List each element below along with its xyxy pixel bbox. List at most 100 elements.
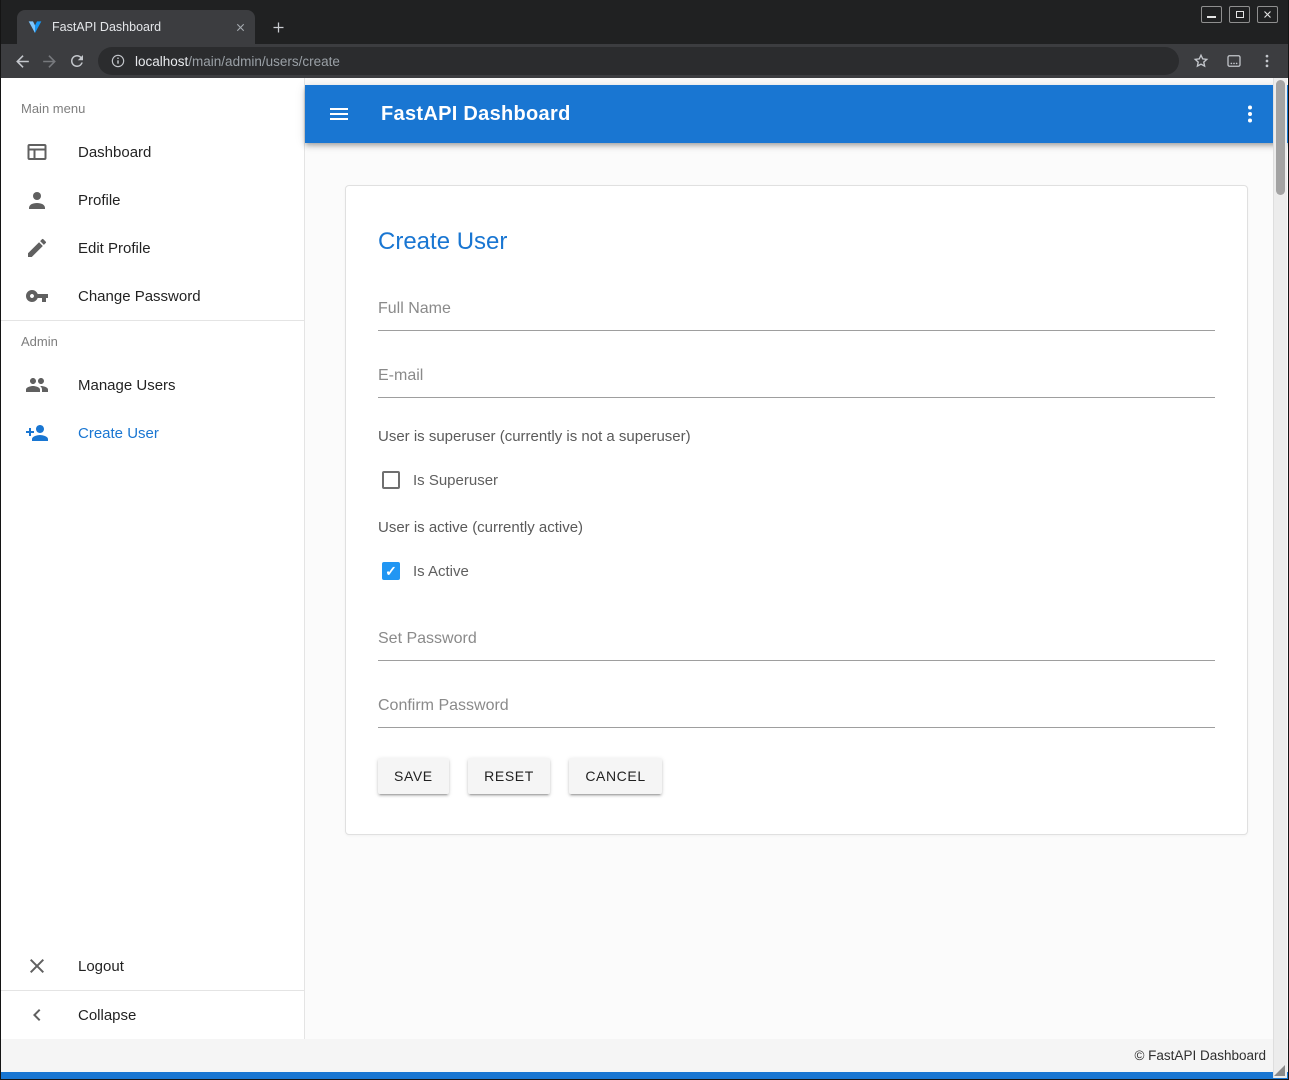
url-text: localhost/main/admin/users/create: [135, 54, 340, 69]
sidebar-spacer: [1, 457, 304, 942]
people-icon: [25, 373, 49, 397]
reset-button[interactable]: RESET: [468, 758, 550, 794]
dashboard-icon: [25, 140, 49, 164]
page-title: Create User: [378, 228, 1215, 256]
resize-grip-icon: [1274, 1065, 1285, 1076]
sidebar-item-label: Manage Users: [78, 377, 176, 394]
maximize-icon: [1236, 11, 1244, 18]
back-button[interactable]: [9, 48, 36, 75]
window-controls: [1201, 6, 1278, 23]
main-area: FastAPI Dashboard Create User: [305, 78, 1288, 1039]
sidebar-item-dashboard[interactable]: Dashboard: [1, 128, 304, 176]
app-bar: FastAPI Dashboard: [305, 85, 1288, 143]
is-active-checkbox[interactable]: ✓: [382, 562, 400, 580]
extensions-button[interactable]: [1220, 48, 1247, 75]
save-button[interactable]: SAVE: [378, 758, 449, 794]
confirm-password-input[interactable]: [378, 691, 1215, 728]
is-active-checkbox-row[interactable]: ✓ Is Active: [378, 562, 1215, 580]
arrow-forward-icon: [40, 52, 59, 71]
site-info-icon[interactable]: [110, 53, 126, 69]
tab-close-button[interactable]: [231, 18, 249, 36]
sidebar-item-label: Edit Profile: [78, 240, 151, 257]
sidebar-item-label: Change Password: [78, 288, 201, 305]
url-host: localhost: [135, 54, 188, 69]
content-area: Create User User is superuser (currently…: [305, 143, 1288, 1039]
browser-window: FastAPI Dashboard: [0, 0, 1289, 1080]
hamburger-icon: [327, 102, 351, 126]
is-superuser-checkbox-row[interactable]: Is Superuser: [378, 471, 1215, 489]
appbar-title: FastAPI Dashboard: [381, 103, 571, 126]
email-input[interactable]: [378, 361, 1215, 398]
forward-button[interactable]: [36, 48, 63, 75]
sidebar-item-edit-profile[interactable]: Edit Profile: [1, 224, 304, 272]
check-icon: ✓: [385, 563, 397, 580]
sidebar-item-label: Create User: [78, 425, 159, 442]
sidebar-item-label: Dashboard: [78, 144, 151, 161]
appbar-overflow-button[interactable]: [1230, 94, 1270, 134]
sidebar-item-label: Collapse: [78, 1007, 136, 1024]
sidebar-item-label: Profile: [78, 192, 121, 209]
bookmark-button[interactable]: [1187, 48, 1214, 75]
url-path: /main/admin/users/create: [188, 54, 340, 69]
form-actions: SAVE RESET CANCEL: [378, 758, 1215, 794]
kebab-menu-icon: [1238, 102, 1262, 126]
tab-title: FastAPI Dashboard: [52, 20, 231, 34]
browser-toolbar: localhost/main/admin/users/create: [1, 44, 1288, 78]
close-x-icon: [25, 954, 49, 978]
page-body: Main menu Dashboard Profile Edit Profile…: [1, 78, 1288, 1039]
create-user-card: Create User User is superuser (currently…: [345, 185, 1248, 835]
close-icon: [1263, 10, 1272, 19]
page: Main menu Dashboard Profile Edit Profile…: [1, 78, 1288, 1079]
superuser-hint: User is superuser (currently is not a su…: [378, 428, 1215, 445]
vuetify-favicon-icon: [27, 19, 43, 35]
app-footer: © FastAPI Dashboard: [1, 1039, 1288, 1072]
refresh-icon: [68, 52, 86, 70]
sidebar-item-collapse[interactable]: Collapse: [1, 991, 304, 1039]
sidebar-item-change-password[interactable]: Change Password: [1, 272, 304, 320]
full-name-input[interactable]: [378, 294, 1215, 331]
confirm-password-field: [378, 691, 1215, 728]
key-icon: [25, 284, 49, 308]
address-bar[interactable]: localhost/main/admin/users/create: [98, 47, 1179, 75]
copyright-text: © FastAPI Dashboard: [1134, 1048, 1266, 1063]
reload-button[interactable]: [63, 48, 90, 75]
sidebar-item-create-user[interactable]: Create User: [1, 409, 304, 457]
kebab-menu-icon: [1258, 52, 1276, 70]
sidebar-item-logout[interactable]: Logout: [1, 942, 304, 990]
star-icon: [1192, 52, 1210, 70]
maximize-button[interactable]: [1229, 6, 1250, 23]
sidebar: Main menu Dashboard Profile Edit Profile…: [1, 78, 305, 1039]
sidebar-section-admin: Admin: [1, 321, 304, 361]
set-password-input[interactable]: [378, 624, 1215, 661]
sidebar-item-profile[interactable]: Profile: [1, 176, 304, 224]
checkbox-label: Is Superuser: [413, 472, 498, 489]
chevron-left-icon: [25, 1003, 49, 1027]
browser-tab[interactable]: FastAPI Dashboard: [17, 10, 255, 44]
browser-menu-button[interactable]: [1253, 48, 1280, 75]
toolbar-right-actions: [1187, 48, 1280, 75]
page-scrollbar[interactable]: [1273, 78, 1287, 1078]
is-superuser-checkbox[interactable]: [382, 471, 400, 489]
pencil-icon: [25, 236, 49, 260]
person-icon: [25, 188, 49, 212]
scrollbar-thumb[interactable]: [1276, 80, 1285, 195]
extensions-icon: [1225, 52, 1243, 70]
new-tab-button[interactable]: [265, 14, 291, 40]
footer-accent-strip: [1, 1072, 1288, 1079]
browser-titlebar: FastAPI Dashboard: [1, 0, 1288, 44]
sidebar-item-label: Logout: [78, 958, 124, 975]
cancel-button[interactable]: CANCEL: [569, 758, 661, 794]
sidebar-section-main-menu: Main menu: [1, 88, 304, 128]
person-add-icon: [25, 421, 49, 445]
nav-drawer-toggle-button[interactable]: [319, 94, 359, 134]
email-field: [378, 361, 1215, 398]
set-password-field: [378, 624, 1215, 661]
arrow-back-icon: [13, 52, 32, 71]
checkbox-label: Is Active: [413, 563, 469, 580]
minimize-button[interactable]: [1201, 6, 1222, 23]
active-hint: User is active (currently active): [378, 519, 1215, 536]
minimize-icon: [1207, 12, 1216, 18]
close-window-button[interactable]: [1257, 6, 1278, 23]
full-name-field: [378, 294, 1215, 331]
sidebar-item-manage-users[interactable]: Manage Users: [1, 361, 304, 409]
